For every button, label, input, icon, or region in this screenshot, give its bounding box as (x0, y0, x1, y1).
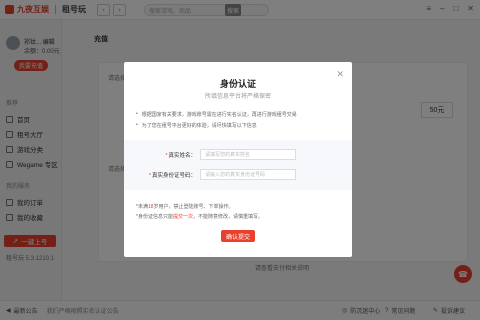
bullet: • (136, 111, 138, 117)
required-mark: * (148, 172, 151, 179)
id-note-a: *身份证信息只能 (136, 214, 173, 220)
real-name-input[interactable]: 请填写您的真实姓名 (200, 149, 296, 160)
notice-text: 根据国家有关要求，游戏账号需在进行实名认证，再进行游戏租号交易 (141, 112, 297, 118)
id-label-text: 真实身份证号码： (151, 172, 196, 179)
age-note-b: 岁用户，禁止登陆账号、下单操作。 (153, 204, 234, 210)
dialog-subtitle: 所填信息平台将严格保密 (204, 94, 271, 100)
dialog-title: 身份认证 (219, 79, 256, 89)
bullet: • (136, 122, 138, 128)
notice-line-2: • 为了您在租号平台更好的体验，请尽快填写以下信息 (136, 122, 257, 129)
name-label: *真实姓名： (124, 151, 200, 159)
id-note-red: 提交一次 (172, 214, 193, 220)
notice-text: 为了您在租号平台更好的体验，请尽快填写以下信息 (141, 123, 257, 129)
id-note: *身份证信息只能提交一次，不能随意修改，请慎重填写。 (136, 213, 263, 220)
name-label-text: 真实姓名： (168, 152, 196, 159)
notice-line-1: • 根据国家有关要求，游戏账号需在进行实名认证，再进行游戏租号交易 (136, 111, 297, 118)
id-number-input[interactable]: 请输入您的真实身份证号码 (200, 169, 296, 180)
id-note-b: ，不能随意修改，请慎重填写。 (192, 214, 263, 220)
identity-verification-dialog: ✕ 身份认证 所填信息平台将严格保密 • 根据国家有关要求，游戏账号需在进行实名… (124, 62, 352, 257)
id-label: *真实身份证号码： (124, 171, 200, 179)
age-note: *未满18岁用户，禁止登陆账号、下单操作。 (136, 203, 234, 210)
id-row: *真实身份证号码： 请输入您的真实身份证号码 (124, 169, 352, 180)
name-row: *真实姓名： 请填写您的真实姓名 (124, 149, 352, 160)
form-area: *真实姓名： 请填写您的真实姓名 *真实身份证号码： 请输入您的真实身份证号码 (124, 140, 352, 190)
age-note-a: *未满 (136, 204, 148, 210)
submit-button[interactable]: 确认提交 (221, 230, 255, 242)
